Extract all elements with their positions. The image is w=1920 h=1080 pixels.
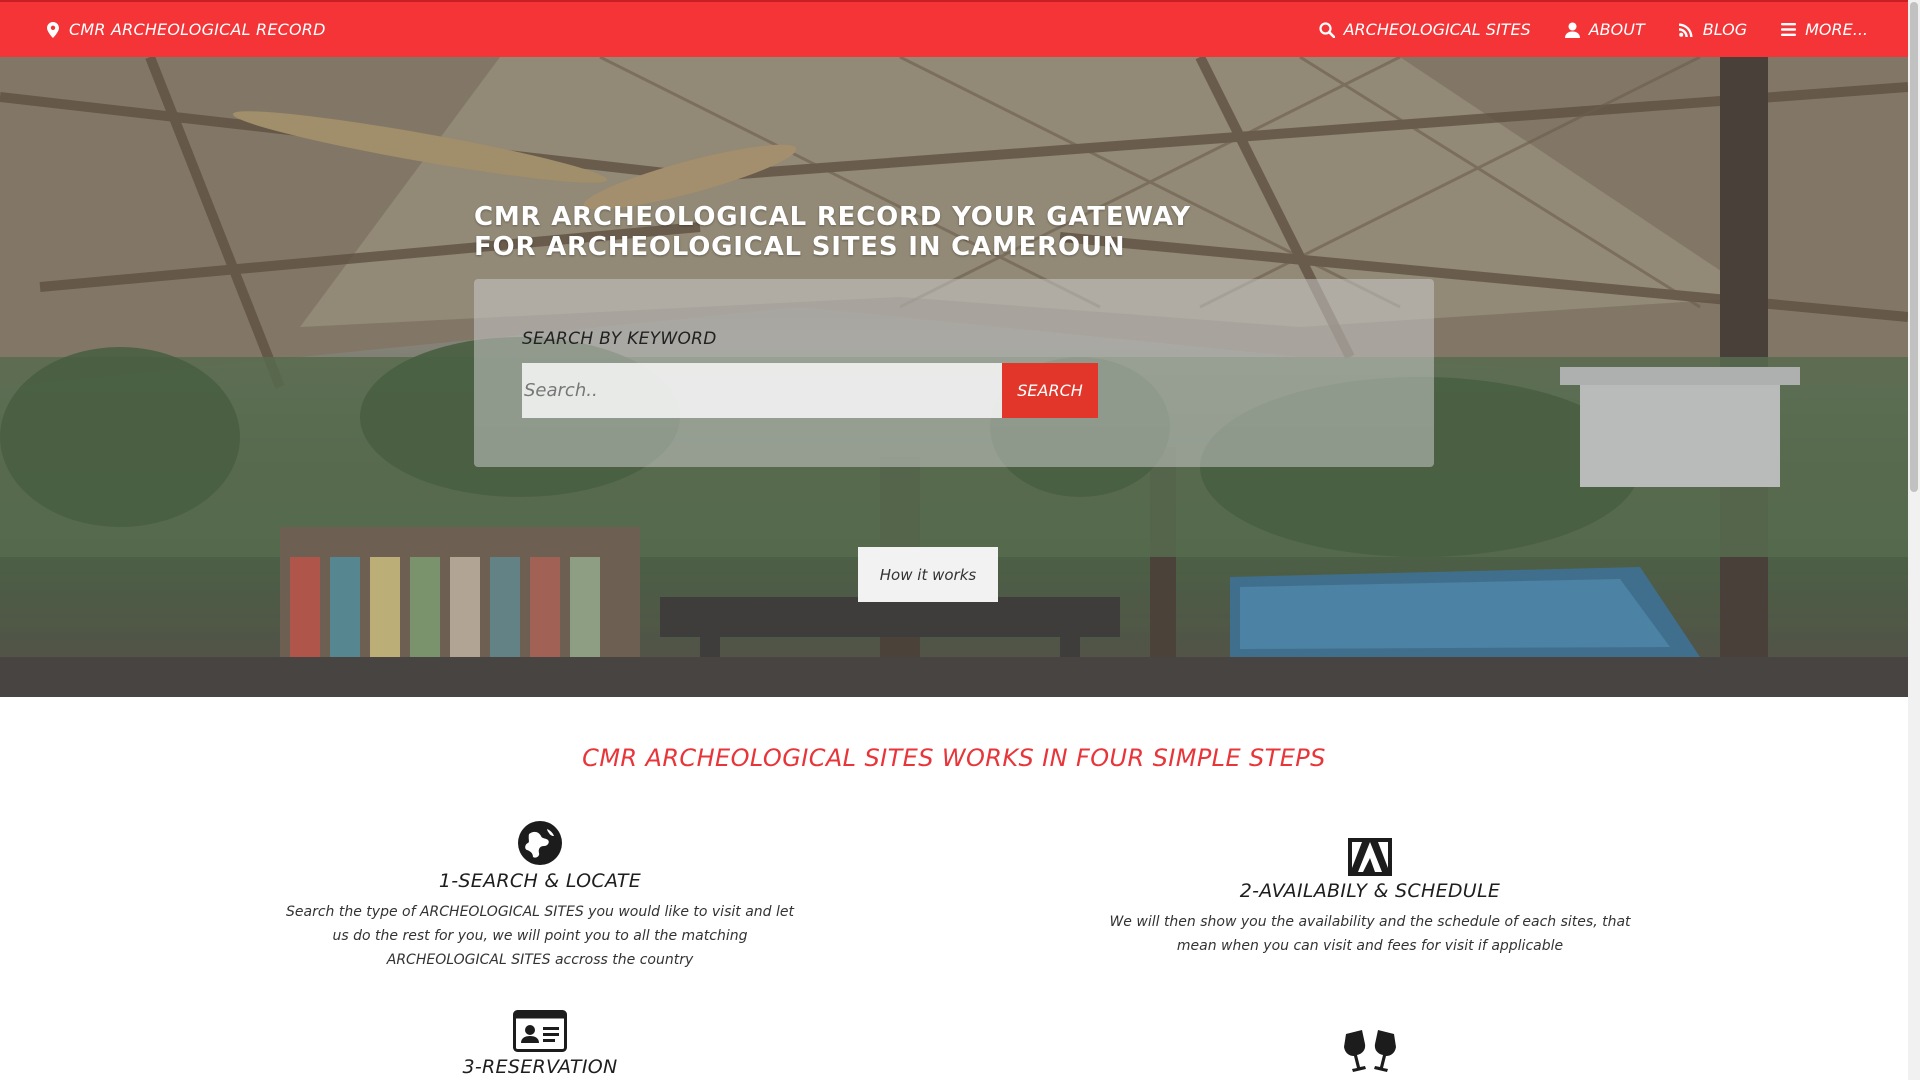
glasses-cheers-icon	[1100, 1028, 1640, 1080]
steps-title: CMR ARCHEOLOGICAL SITES WORKS IN FOUR SI…	[582, 744, 1326, 772]
step-name: 2-AVAILABILY & SCHEDULE	[1239, 880, 1501, 902]
search-panel: SEARCH BY KEYWORD SEARCH	[474, 279, 1434, 467]
search-icon	[1318, 21, 1335, 38]
step-availability-schedule: 2-AVAILABILY & SCHEDULE We will then sho…	[1100, 838, 1640, 958]
nav-item-label: ABOUT	[1588, 20, 1645, 39]
step-search-locate: 1-SEARCH & LOCATE Search the type of ARC…	[280, 820, 800, 972]
globe-icon	[280, 820, 800, 870]
adobe-icon	[1100, 838, 1640, 880]
nav-item-archeological-sites[interactable]: ARCHEOLOGICAL SITES	[1318, 20, 1531, 39]
menu-icon	[1781, 23, 1797, 36]
brand-label: CMR ARCHEOLOGICAL RECORD	[69, 20, 326, 39]
step-enjoy	[1100, 1028, 1640, 1080]
step-reservation: 3-RESERVATION	[280, 1010, 800, 1078]
scrollbar-thumb[interactable]	[1910, 2, 1918, 492]
nav-links: ARCHEOLOGICAL SITES ABOUT BLOG MORE...	[1318, 20, 1868, 39]
id-card-icon	[280, 1010, 800, 1056]
brand-link[interactable]: CMR ARCHEOLOGICAL RECORD	[47, 20, 326, 39]
search-button[interactable]: SEARCH	[1002, 363, 1098, 418]
step-description: Search the type of ARCHEOLOGICAL SITES y…	[286, 904, 794, 968]
how-it-works-button[interactable]: How it works	[858, 547, 998, 602]
nav-item-blog[interactable]: BLOG	[1678, 20, 1748, 39]
map-marker-icon	[47, 21, 59, 38]
hero-title: CMR ARCHEOLOGICAL RECORD YOUR GATEWAY FO…	[474, 202, 1191, 262]
step-description: We will then show you the availability a…	[1109, 914, 1631, 954]
nav-item-label: MORE...	[1805, 20, 1868, 39]
search-input[interactable]	[522, 363, 1002, 418]
step-name: 1-SEARCH & LOCATE	[438, 870, 642, 892]
rss-icon	[1678, 22, 1694, 37]
search-label: SEARCH BY KEYWORD	[522, 329, 717, 349]
hero-banner: CMR ARCHEOLOGICAL RECORD YOUR GATEWAY FO…	[0, 57, 1908, 697]
top-navbar: CMR ARCHEOLOGICAL RECORD ARCHEOLOGICAL S…	[0, 0, 1908, 57]
page-scrollbar[interactable]	[1908, 0, 1920, 1080]
nav-item-label: BLOG	[1702, 20, 1748, 39]
nav-item-label: ARCHEOLOGICAL SITES	[1343, 20, 1531, 39]
user-icon	[1564, 22, 1580, 38]
nav-item-about[interactable]: ABOUT	[1564, 20, 1645, 39]
step-name: 3-RESERVATION	[462, 1056, 618, 1078]
nav-item-more[interactable]: MORE...	[1781, 20, 1868, 39]
